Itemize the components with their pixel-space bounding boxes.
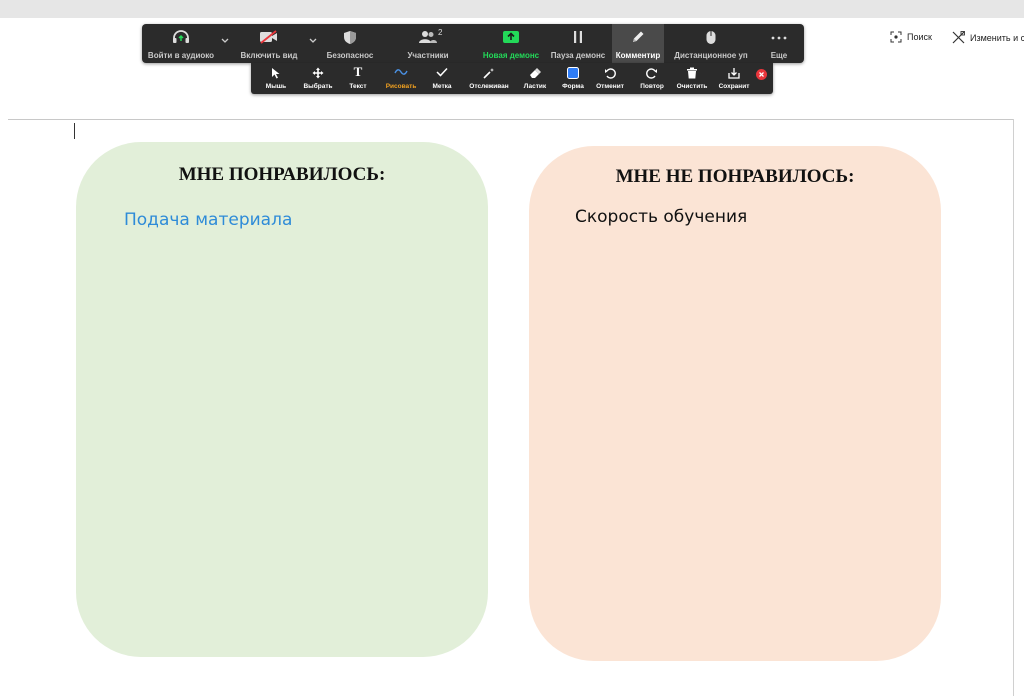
draw-tool[interactable]: Рисовать [381,63,421,94]
security-label: Безопаснос [326,51,374,60]
disliked-card-text[interactable]: Скорость обучения [575,207,747,227]
color-swatch-icon [567,67,579,81]
text-t-icon: T [353,64,363,79]
undo-button[interactable]: Отменит [593,63,627,94]
trash-icon [686,67,698,81]
meeting-toolbar: Войти в аудиоко Включить вид Безопаснос … [142,24,804,63]
focus-search-icon [890,31,902,43]
save-label: Сохранит [718,83,750,90]
disliked-card-title: МНЕ НЕ ПОНРАВИЛОСЬ: [615,166,855,187]
stamp-tool-label: Метка [432,83,452,90]
text-tool-label: Текст [349,83,367,90]
search-link-label: Поиск [907,32,932,42]
more-label: Еще [770,51,788,60]
edit-link-label: Изменить и с [970,32,1024,43]
mouse-icon [706,30,717,47]
eraser-tool-label: Ластик [523,83,547,90]
move-arrows-icon [312,67,324,81]
redo-icon [646,67,658,81]
clear-label: Очистить [676,83,708,90]
edit-link[interactable]: Изменить и с [952,31,1024,44]
select-tool-label: Выбрать [303,83,333,90]
liked-card[interactable]: МНЕ ПОНРАВИЛОСЬ: Подача материала [76,142,488,657]
share-screen-icon [502,30,520,46]
security-button[interactable]: Безопаснос [322,24,378,63]
remote-control-button[interactable]: Дистанционное уп [668,24,754,63]
checkmark-icon [436,67,448,79]
annotate-button[interactable]: Комментир [612,24,664,63]
close-annotation-icon[interactable] [756,69,767,80]
undo-icon [604,67,616,81]
stamp-tool[interactable]: Метка [426,63,458,94]
disliked-card[interactable]: МНЕ НЕ ПОНРАВИЛОСЬ: Скорость обучения [529,146,941,661]
more-dots-icon [771,33,787,42]
spotlight-tool[interactable]: Отслеживан [465,63,513,94]
participants-label: Участники [407,51,449,60]
undo-label: Отменит [596,83,624,90]
draw-tool-label: Рисовать [385,83,417,90]
mouse-tool-label: Мышь [265,83,287,90]
join-audio-button[interactable]: Войти в аудиоко [144,24,218,63]
video-options-chevron-icon[interactable] [308,36,318,46]
start-video-label: Включить вид [240,51,298,60]
eraser-icon [529,67,541,81]
mouse-tool[interactable]: Мышь [259,63,293,94]
pause-share-label: Пауза демонс [550,51,606,60]
new-share-label: Новая демонс [482,51,540,60]
remote-control-label: Дистанционное уп [674,51,748,60]
format-tool[interactable]: Форма [557,63,589,94]
participants-icon [418,30,438,46]
video-off-icon [259,30,279,46]
cursor-arrow-icon [271,67,281,81]
text-tool[interactable]: T Текст [343,63,373,94]
top-strip [0,0,1024,18]
participants-button[interactable]: 2 Участники [400,24,456,63]
squiggle-icon [394,67,408,79]
spotlight-tool-label: Отслеживан [469,83,509,90]
save-button[interactable]: Сохранит [715,63,753,94]
eraser-tool[interactable]: Ластик [519,63,551,94]
select-tool[interactable]: Выбрать [298,63,338,94]
more-button[interactable]: Еще [758,24,800,63]
liked-card-text[interactable]: Подача материала [124,210,292,230]
page-edge [1013,119,1014,696]
pencil-icon [631,30,645,46]
redo-button[interactable]: Повтор [635,63,669,94]
magic-wand-icon [483,67,495,81]
headphones-icon [172,30,190,46]
annotation-toolbar: Мышь Выбрать T Текст Рисовать Метка Отсл… [251,63,773,94]
edit-tools-icon [952,31,965,44]
annotate-label: Комментир [615,51,661,60]
new-share-button[interactable]: Новая демонс [480,24,542,63]
shield-icon [343,30,357,47]
format-tool-label: Форма [562,83,584,90]
participants-count: 2 [438,28,443,37]
audio-options-chevron-icon[interactable] [220,36,230,46]
page-divider [8,119,1013,120]
redo-label: Повтор [640,83,664,90]
search-link[interactable]: Поиск [890,31,932,43]
pause-share-button[interactable]: Пауза демонс [546,24,610,63]
join-audio-label: Войти в аудиоко [147,51,215,60]
liked-card-title: МНЕ ПОНРАВИЛОСЬ: [178,164,386,185]
text-cursor [74,123,75,139]
clear-button[interactable]: Очистить [675,63,709,94]
start-video-button[interactable]: Включить вид [236,24,302,63]
pause-icon [572,30,584,46]
save-download-icon [728,67,740,81]
